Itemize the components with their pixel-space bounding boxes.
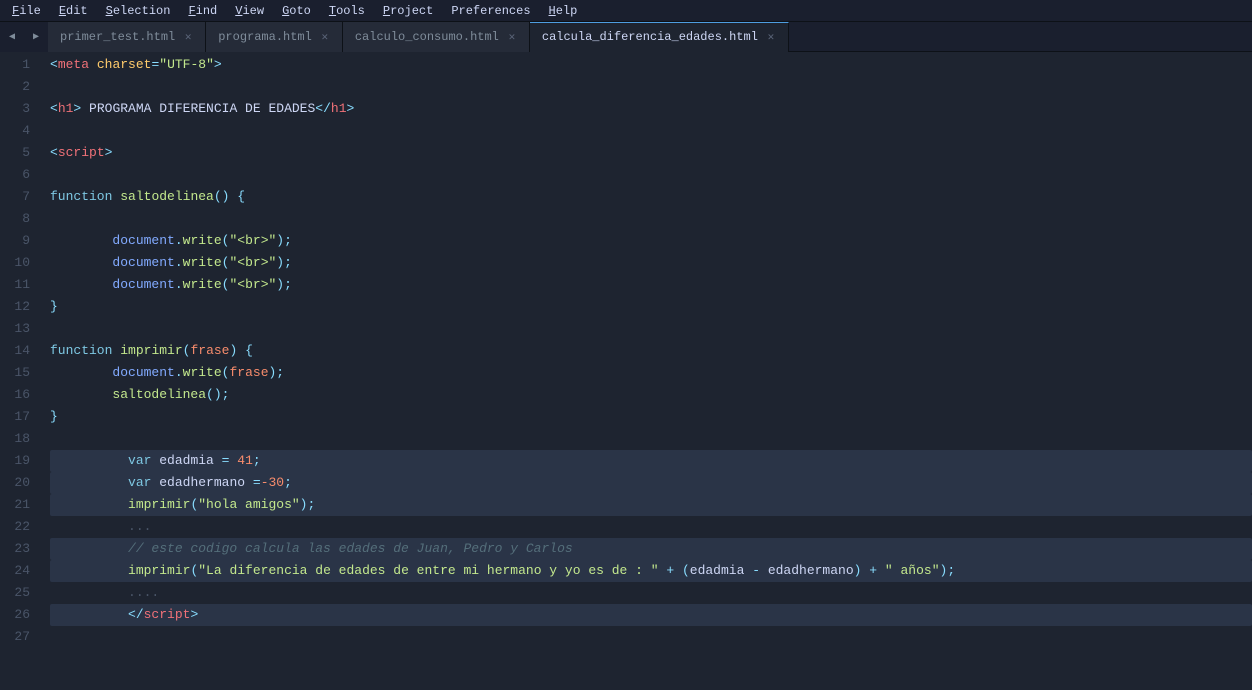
tabbar: ◀ ▶ primer_test.html ✕ programa.html ✕ c… xyxy=(0,22,1252,52)
code-line-15: document.write(frase); xyxy=(50,362,1252,384)
menu-project[interactable]: Project xyxy=(375,2,441,20)
editor: 12345 678910 1112131415 1617181920 21222… xyxy=(0,52,1252,690)
tab-calculo[interactable]: calculo_consumo.html ✕ xyxy=(343,22,530,52)
code-line-26: </script> xyxy=(50,604,1252,626)
code-line-1: <meta charset="UTF-8"> xyxy=(50,54,1252,76)
code-line-25: .... xyxy=(50,582,1252,604)
code-line-3: <h1> PROGRAMA DIFERENCIA DE EDADES</h1> xyxy=(50,98,1252,120)
code-line-11: document.write("<br>"); xyxy=(50,274,1252,296)
code-line-10: document.write("<br>"); xyxy=(50,252,1252,274)
code-line-24: imprimir("La diferencia de edades de ent… xyxy=(50,560,1252,582)
tab-close-programa[interactable]: ✕ xyxy=(318,30,332,44)
tab-primer-test[interactable]: primer_test.html ✕ xyxy=(48,22,206,52)
tab-next-button[interactable]: ▶ xyxy=(24,22,48,52)
tab-calcula-diferencia[interactable]: calcula_diferencia_edades.html ✕ xyxy=(530,22,789,52)
code-line-9: document.write("<br>"); xyxy=(50,230,1252,252)
code-line-21: imprimir("hola amigos"); xyxy=(50,494,1252,516)
menu-file[interactable]: File xyxy=(4,2,49,20)
menu-find[interactable]: Find xyxy=(180,2,225,20)
code-line-12: } xyxy=(50,296,1252,318)
menu-view[interactable]: View xyxy=(227,2,272,20)
menubar: File Edit Selection Find View Goto Tools… xyxy=(0,0,1252,22)
code-line-7: function saltodelinea() { xyxy=(50,186,1252,208)
tab-close-calculo[interactable]: ✕ xyxy=(505,30,519,44)
code-line-23: // este codigo calcula las edades de Jua… xyxy=(50,538,1252,560)
menu-help[interactable]: Help xyxy=(541,2,586,20)
menu-tools[interactable]: Tools xyxy=(321,2,373,20)
code-line-18 xyxy=(50,428,1252,450)
code-line-27 xyxy=(50,626,1252,648)
tab-label: programa.html xyxy=(218,30,312,44)
menu-preferences[interactable]: Preferences xyxy=(443,2,538,20)
tab-programa[interactable]: programa.html ✕ xyxy=(206,22,343,52)
code-line-14: function imprimir(frase) { xyxy=(50,340,1252,362)
menu-selection[interactable]: Selection xyxy=(98,2,179,20)
code-line-17: } xyxy=(50,406,1252,428)
code-line-8 xyxy=(50,208,1252,230)
code-line-22: ... xyxy=(50,516,1252,538)
code-line-4 xyxy=(50,120,1252,142)
tab-prev-button[interactable]: ◀ xyxy=(0,22,24,52)
code-area[interactable]: <meta charset="UTF-8"> <h1> PROGRAMA DIF… xyxy=(42,52,1252,690)
tab-label: calculo_consumo.html xyxy=(355,30,499,44)
code-line-16: saltodelinea(); xyxy=(50,384,1252,406)
tab-label: primer_test.html xyxy=(60,30,175,44)
code-line-20: var edadhermano =-30; xyxy=(50,472,1252,494)
code-line-19: var edadmia = 41; xyxy=(50,450,1252,472)
line-numbers: 12345 678910 1112131415 1617181920 21222… xyxy=(0,52,42,690)
menu-edit[interactable]: Edit xyxy=(51,2,96,20)
menu-goto[interactable]: Goto xyxy=(274,2,319,20)
tab-close-primer[interactable]: ✕ xyxy=(181,30,195,44)
code-line-5: <script> xyxy=(50,142,1252,164)
code-line-6 xyxy=(50,164,1252,186)
code-line-2 xyxy=(50,76,1252,98)
tab-label-active: calcula_diferencia_edades.html xyxy=(542,30,758,44)
tab-close-calcula-diferencia[interactable]: ✕ xyxy=(764,30,778,44)
code-line-13 xyxy=(50,318,1252,340)
